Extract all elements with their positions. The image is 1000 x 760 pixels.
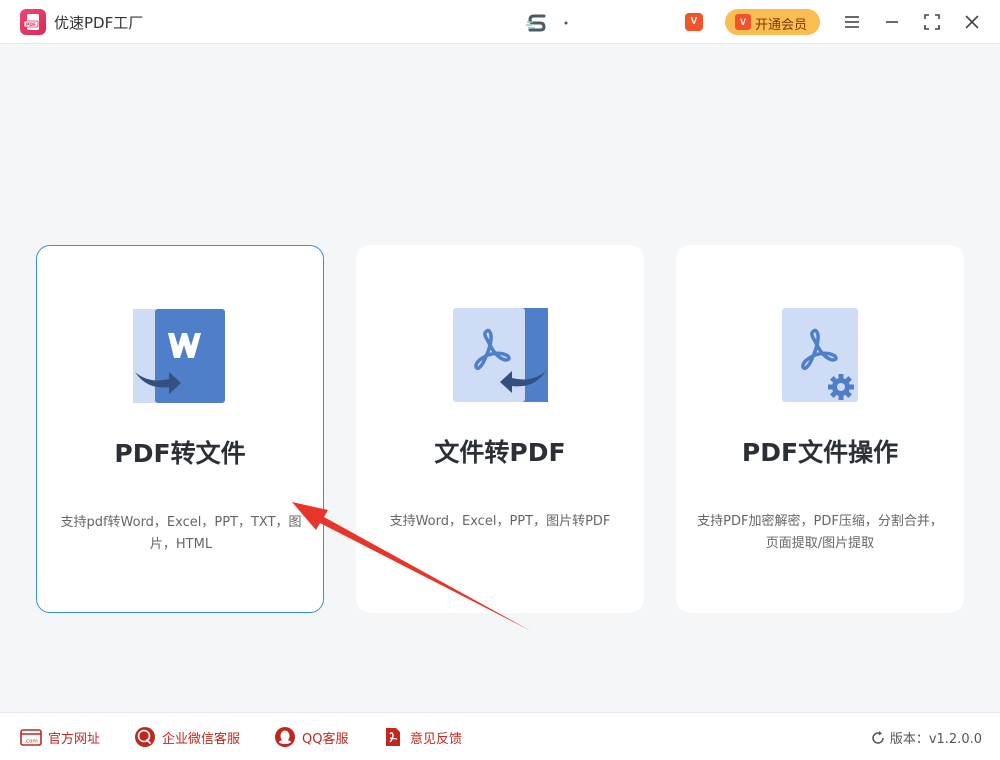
card-description: 支持PDF加密解密，PDF压缩，分割合并，页面提取/图片提取 xyxy=(697,514,943,551)
official-website-link[interactable]: .com 官方网址 xyxy=(20,725,110,749)
version-text: 版本：v1.2.0.0 xyxy=(889,732,982,747)
close-icon[interactable] xyxy=(960,10,984,34)
card-description: 支持pdf转Word，Excel，PPT，TXT，图片，HTML xyxy=(60,515,302,552)
app-logo-icon: PDF xyxy=(20,9,46,35)
card-title: PDF转文件 xyxy=(114,439,246,468)
card-file-to-pdf[interactable]: 文件转PDF 支持Word，Excel，PPT，图片转PDF xyxy=(356,245,644,613)
footer-link-label: QQ客服 xyxy=(302,732,349,747)
vip-button-label: 开通会员 xyxy=(755,18,808,33)
footer-bar: .com 官方网址 企业微信客服 QQ客服 意见反馈 版本：v1.2.0.0 xyxy=(0,712,1000,760)
card-pdf-to-file[interactable]: PDF转文件 支持pdf转Word，Excel，PPT，TXT，图片，HTML xyxy=(36,245,324,613)
card-title: PDF文件操作 xyxy=(741,438,899,467)
card-title: 文件转PDF xyxy=(434,438,566,467)
feedback-link[interactable]: 意见反馈 xyxy=(382,725,472,749)
card-pdf-operations[interactable]: PDF文件操作 支持PDF加密解密，PDF压缩，分割合并，页面提取/图片提取 xyxy=(676,245,964,613)
website-icon: .com xyxy=(20,726,42,748)
refresh-icon xyxy=(870,730,886,746)
wecom-service-link[interactable]: 企业微信客服 xyxy=(134,725,254,749)
footer-link-label: 企业微信客服 xyxy=(162,732,241,747)
qq-icon xyxy=(274,726,296,748)
wecom-icon xyxy=(134,726,156,748)
file-to-pdf-icon xyxy=(448,305,552,409)
maximize-icon[interactable] xyxy=(920,10,944,34)
app-title: 优速PDF工厂 xyxy=(54,14,144,32)
vip-badge-icon[interactable]: V xyxy=(685,13,703,31)
vip-crown-icon: V xyxy=(735,14,751,30)
version-info[interactable]: 版本：v1.2.0.0 xyxy=(870,728,982,747)
footer-link-label: 官方网址 xyxy=(48,732,101,747)
brand-logo-icon xyxy=(526,12,572,34)
title-bar: PDF 优速PDF工厂 V V 开通会员 xyxy=(0,0,1000,44)
menu-icon[interactable] xyxy=(840,10,864,34)
footer-link-label: 意见反馈 xyxy=(410,732,463,747)
open-vip-button[interactable]: V 开通会员 xyxy=(725,9,820,35)
card-description: 支持Word，Excel，PPT，图片转PDF xyxy=(389,514,611,529)
feedback-icon xyxy=(382,726,404,748)
svg-text:.com: .com xyxy=(24,739,38,745)
svg-text:PDF: PDF xyxy=(26,22,36,28)
minimize-icon[interactable] xyxy=(880,10,904,34)
pdf-settings-icon xyxy=(768,305,872,409)
qq-service-link[interactable]: QQ客服 xyxy=(274,725,364,749)
pdf-to-word-icon xyxy=(129,306,233,410)
